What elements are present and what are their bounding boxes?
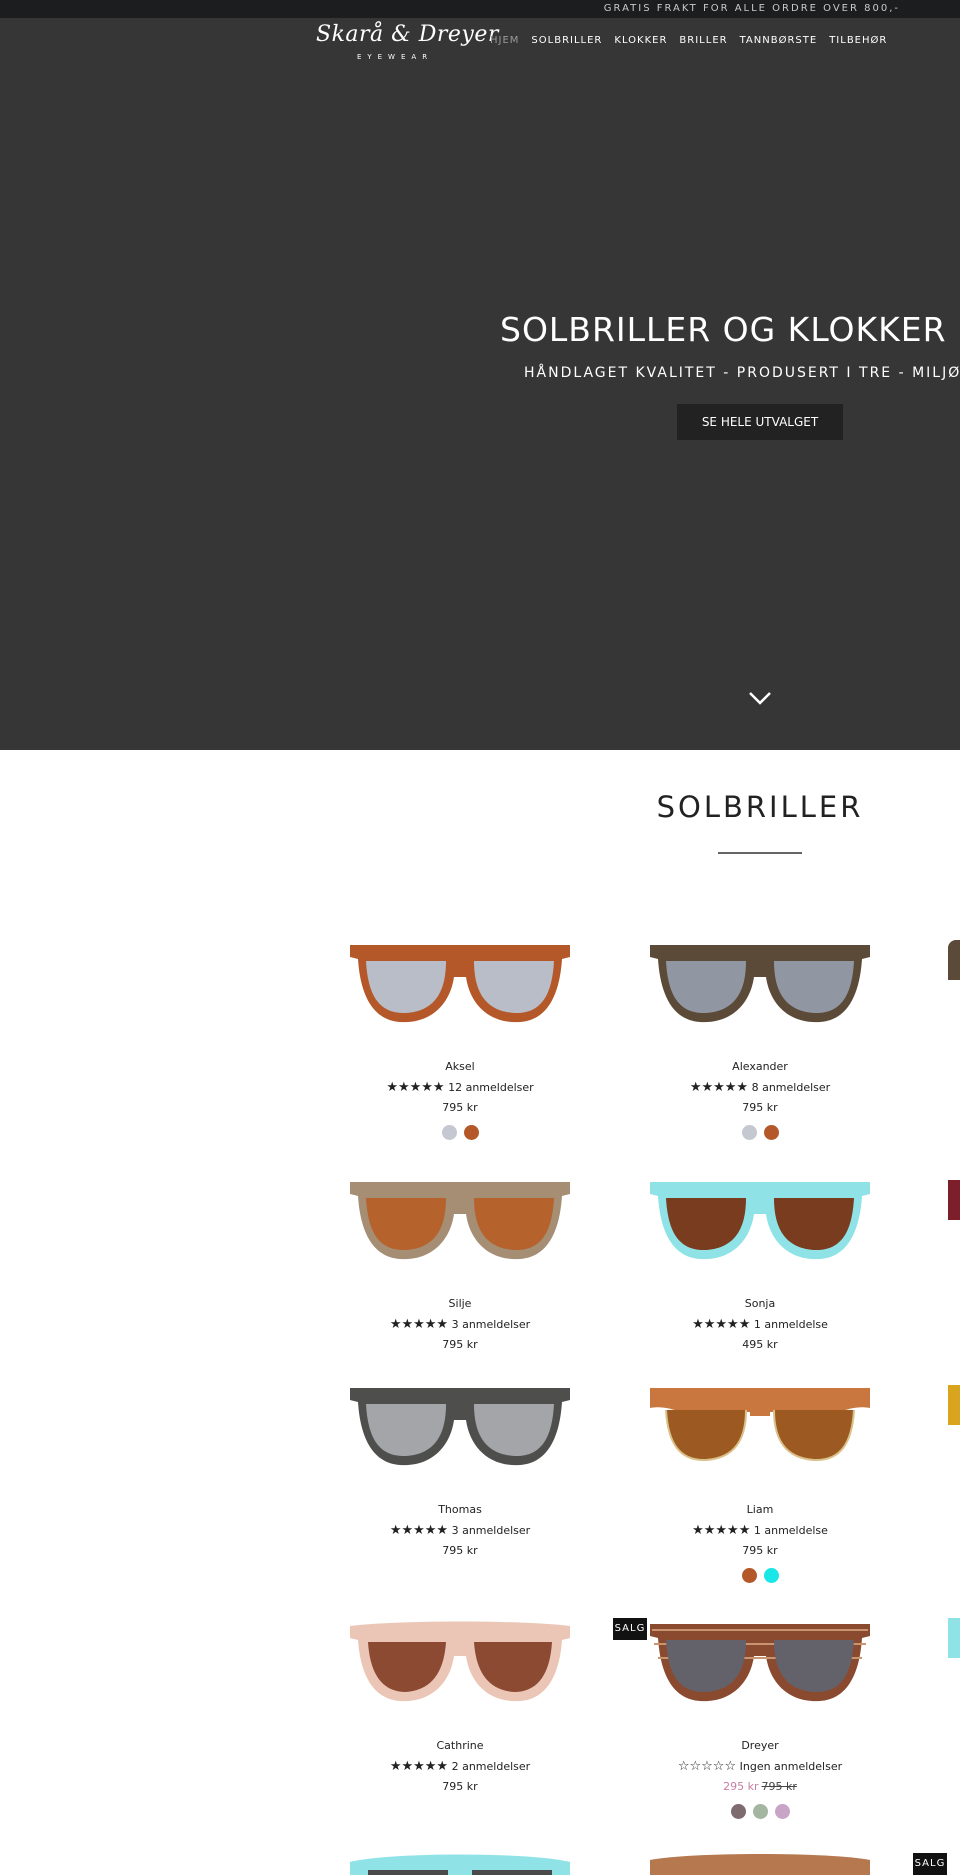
product-image-partial[interactable] (350, 1848, 570, 1875)
product-price: 295 kr 795 kr (640, 1780, 880, 1793)
shop-all-button[interactable]: SE HELE UTVALGET (677, 404, 843, 440)
swatch-gray[interactable] (741, 1125, 757, 1140)
hero-title: SOLBRILLER OG KLOKKER I TRE (500, 310, 960, 349)
product-image-partial[interactable] (650, 1848, 870, 1875)
product-rating: ★★★★★ 3 anmeldelser (340, 1523, 580, 1538)
announcement-text: GRATIS FRAKT FOR ALLE ORDRE OVER 800,- (603, 3, 900, 14)
swatch-mauve[interactable] (730, 1804, 746, 1819)
announcement-bar: GRATIS FRAKT FOR ALLE ORDRE OVER 800,- (0, 0, 960, 18)
review-count: 12 anmeldelser (448, 1081, 534, 1094)
product-name[interactable]: Thomas (340, 1503, 580, 1516)
product-image[interactable] (640, 1614, 880, 1724)
review-count: 8 anmeldelser (751, 1081, 831, 1094)
rating-stars-icon: ★★★★★ (389, 1317, 449, 1332)
product-image[interactable] (340, 1614, 580, 1724)
rating-stars-icon: ★★★★★ (689, 1080, 749, 1095)
color-swatches (340, 1125, 580, 1140)
product-name[interactable]: Dreyer (640, 1739, 880, 1752)
product-name[interactable]: Aksel (340, 1060, 580, 1073)
nav-item-hjem[interactable]: HJEM (490, 33, 519, 49)
swatch-cyan[interactable] (763, 1568, 779, 1583)
review-count: 3 anmeldelser (451, 1318, 531, 1331)
product-price: 495 kr (742, 1338, 778, 1351)
brand-subtitle: EYEWEAR (356, 53, 434, 61)
product-rating: ★★★★★ 3 anmeldelser (340, 1317, 580, 1332)
product-price: 795 kr (442, 1338, 478, 1351)
product-card-sonja[interactable]: Sonja ★★★★★ 1 anmeldelse 495 kr (640, 1172, 880, 1412)
product-image-partial[interactable] (948, 1618, 960, 1668)
nav-item-klokker[interactable]: KLOKKER (614, 33, 667, 49)
review-count: 1 anmeldelse (753, 1524, 828, 1537)
section-divider (718, 852, 802, 854)
swatch-orange[interactable] (741, 1568, 757, 1583)
sale-badge: SALG (913, 1853, 947, 1875)
product-image[interactable] (340, 1172, 580, 1282)
product-image-partial[interactable] (948, 1385, 960, 1435)
product-image[interactable] (640, 1378, 880, 1488)
nav-item-tilbehor[interactable]: TILBEHØR (829, 33, 887, 49)
product-card-cathrine[interactable]: Cathrine ★★★★★ 2 anmeldelser 795 kr (340, 1614, 580, 1854)
product-image[interactable] (640, 1172, 880, 1282)
main-nav: HJEM SOLBRILLER KLOKKER BRILLER TANNBØRS… (490, 33, 887, 49)
product-card-aksel[interactable]: Aksel ★★★★★ 12 anmeldelser 795 kr (340, 935, 580, 1175)
rating-stars-icon: ★★★★★ (389, 1523, 449, 1538)
product-card-dreyer[interactable]: Dreyer ☆☆☆☆☆ Ingen anmeldelser 295 kr 795… (640, 1614, 880, 1854)
product-rating: ★★★★★ 12 anmeldelser (340, 1080, 580, 1095)
product-image[interactable] (640, 935, 880, 1045)
product-rating: ★★★★★ 8 anmeldelser (640, 1080, 880, 1095)
hero-subtitle: HÅNDLAGET KVALITET - PRODUSERT I TRE - M… (524, 365, 960, 381)
rating-stars-empty-icon: ☆☆☆☆☆ (677, 1759, 737, 1774)
rating-stars-icon: ★★★★★ (692, 1317, 751, 1332)
product-name[interactable]: Alexander (640, 1060, 880, 1073)
review-count: 1 anmeldelse (753, 1318, 828, 1331)
section-title: SOLBRILLER (656, 790, 864, 824)
product-image-partial[interactable] (948, 1180, 960, 1230)
brand-script: Skarå & Dreyer (316, 22, 499, 47)
product-price: 795 kr (442, 1101, 478, 1114)
product-price: 795 kr (742, 1101, 778, 1114)
product-price: 795 kr (442, 1544, 478, 1557)
rating-stars-icon: ★★★★★ (692, 1523, 751, 1538)
swatch-sage[interactable] (752, 1804, 768, 1819)
nav-item-solbriller[interactable]: SOLBRILLER (531, 33, 602, 49)
product-image[interactable] (340, 1378, 580, 1488)
rating-stars-icon: ★★★★★ (386, 1080, 445, 1095)
review-count: Ingen anmeldelser (739, 1760, 843, 1773)
product-rating: ★★★★★ 2 anmeldelser (340, 1759, 580, 1774)
product-name[interactable]: Sonja (640, 1297, 880, 1310)
product-image[interactable] (340, 935, 580, 1045)
product-rating: ★★★★★ 1 anmeldelse (640, 1523, 880, 1538)
product-price: 795 kr (442, 1780, 478, 1793)
rating-stars-icon: ★★★★★ (389, 1759, 449, 1774)
product-card-alexander[interactable]: Alexander ★★★★★ 8 anmeldelser 795 kr (640, 935, 880, 1175)
hero-banner: Skarå & Dreyer EYEWEAR HJEM SOLBRILLER K… (0, 18, 960, 750)
product-name[interactable]: Liam (640, 1503, 880, 1516)
product-rating: ★★★★★ 1 anmeldelse (640, 1317, 880, 1332)
nav-item-briller[interactable]: BRILLER (679, 33, 727, 49)
sale-badge: SALG (613, 1618, 647, 1640)
product-rating: ☆☆☆☆☆ Ingen anmeldelser (640, 1759, 880, 1774)
review-count: 3 anmeldelser (451, 1524, 531, 1537)
product-name[interactable]: Cathrine (340, 1739, 580, 1752)
product-card-thomas[interactable]: Thomas ★★★★★ 3 anmeldelser 795 kr (340, 1378, 580, 1618)
color-swatches (640, 1568, 880, 1583)
chevron-down-icon[interactable] (748, 690, 772, 706)
product-image-partial[interactable] (948, 940, 960, 990)
color-swatches (640, 1804, 880, 1819)
original-price: 795 kr (761, 1780, 797, 1793)
swatch-lilac[interactable] (774, 1804, 790, 1819)
product-price: 795 kr (742, 1544, 778, 1557)
sale-price: 295 kr (723, 1780, 759, 1793)
brand-logo[interactable]: Skarå & Dreyer EYEWEAR (316, 22, 499, 66)
product-card-liam[interactable]: Liam ★★★★★ 1 anmeldelse 795 kr (640, 1378, 880, 1618)
swatch-orange[interactable] (463, 1125, 479, 1140)
review-count: 2 anmeldelser (451, 1760, 531, 1773)
nav-item-tannborste[interactable]: TANNBØRSTE (740, 33, 818, 49)
color-swatches (640, 1125, 880, 1140)
swatch-gray[interactable] (441, 1125, 457, 1140)
product-card-silje[interactable]: Silje ★★★★★ 3 anmeldelser 795 kr (340, 1172, 580, 1412)
swatch-orange[interactable] (763, 1125, 779, 1140)
product-name[interactable]: Silje (340, 1297, 580, 1310)
